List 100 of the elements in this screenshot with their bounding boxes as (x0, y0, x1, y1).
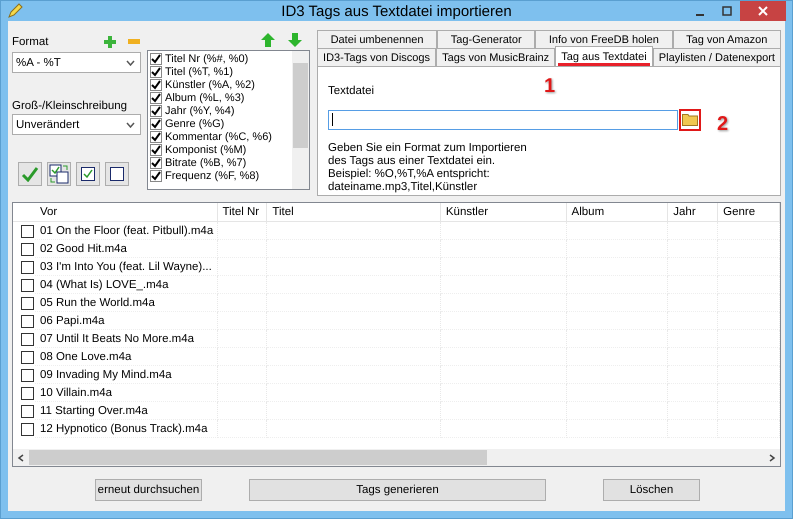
annotation-number: 1 (544, 75, 556, 98)
file-name: 07 Until It Beats No More.m4a (40, 332, 194, 344)
close-icon (758, 6, 768, 16)
tab[interactable]: Info von FreeDB holen (535, 30, 672, 48)
checkmark-button[interactable] (18, 162, 42, 186)
maximize-icon (722, 6, 732, 16)
browse-button[interactable] (679, 108, 701, 130)
close-button[interactable] (740, 1, 786, 21)
chevron-icon (126, 60, 135, 66)
empty-box-button[interactable] (105, 162, 129, 186)
checked-box-icon (81, 167, 95, 181)
column-header[interactable]: Album (566, 203, 668, 221)
file-name: 06 Papi.m4a (40, 314, 105, 326)
table-cell (718, 348, 780, 366)
field-option[interactable]: Titel (%T, %1) (165, 66, 234, 78)
tab[interactable]: Tag aus Textdatei (555, 46, 653, 67)
checkbox[interactable] (20, 350, 34, 364)
checkbox[interactable] (150, 118, 162, 130)
empty-box-icon (110, 167, 124, 181)
file-name: 11 Starting Over.m4a (40, 404, 148, 416)
column-header[interactable]: Vor (35, 203, 218, 221)
case-dropdown[interactable]: Unverändert (12, 114, 141, 135)
swap-checkboxes-icon (49, 164, 69, 184)
checkbox[interactable] (150, 170, 162, 182)
tab[interactable]: Tag von Amazon (672, 30, 782, 48)
checkbox[interactable] (20, 296, 34, 310)
checkbox[interactable] (150, 104, 162, 116)
table-cell (718, 402, 780, 420)
format-dropdown[interactable]: %A - %T (12, 52, 141, 73)
tab[interactable]: ID3-Tags von Discogs (317, 48, 436, 66)
description-text: Geben Sie ein Format zum Importieren des Tags aus einer Textdatei ein. Beispiel: %O,%T,%A entspricht: dateiname.mp3,Titel,Künstler (328, 142, 528, 194)
checkbox[interactable] (150, 130, 162, 142)
annotation-number: 2 (717, 113, 728, 136)
file-name: 02 Good Hit.m4a (40, 242, 127, 254)
checkbox[interactable] (20, 314, 34, 328)
swap-checkboxes-button[interactable] (47, 162, 71, 186)
checkbox[interactable] (150, 156, 162, 168)
file-name: 05 Run the World.m4a (40, 296, 155, 308)
field-option[interactable]: Künstler (%A, %2) (165, 78, 255, 90)
checkbox[interactable] (20, 386, 34, 400)
table-cell (718, 312, 780, 330)
field-option[interactable]: Frequenz (%F, %8) (165, 170, 260, 182)
checked-box-button[interactable] (76, 162, 100, 186)
field-option[interactable]: Komponist (%M) (165, 144, 246, 156)
checkbox[interactable] (20, 332, 34, 346)
field-option[interactable]: Titel Nr (%#, %0) (165, 52, 248, 64)
action-button[interactable]: Löschen (603, 479, 700, 501)
checkbox[interactable] (150, 92, 162, 104)
column-header[interactable]: Künstler (440, 203, 567, 221)
file-name: 01 On the Floor (feat. Pitbull).m4a (40, 224, 214, 236)
tab[interactable]: Tags von MusicBrainz (436, 48, 556, 66)
case-label: Groß-/Kleinschreibung (12, 100, 128, 112)
checkbox[interactable] (150, 144, 162, 156)
field-option[interactable]: Kommentar (%C, %6) (165, 130, 272, 142)
vertical-scrollbar[interactable] (292, 51, 309, 189)
checkbox[interactable] (150, 78, 162, 90)
checkmark-icon (21, 166, 39, 182)
checkbox[interactable] (20, 242, 34, 256)
field-option[interactable]: Genre (%G) (165, 118, 224, 130)
checkbox[interactable] (20, 260, 34, 274)
table-cell (718, 294, 780, 312)
format-label: Format (12, 36, 50, 48)
file-name: 03 I'm Into You (feat. Lil Wayne)... (40, 260, 212, 272)
tab[interactable]: Tag-Generator (437, 30, 536, 48)
tab[interactable]: Datei umbenennen (317, 30, 438, 48)
column-header[interactable]: Jahr (668, 203, 718, 221)
file-name: 10 Villain.m4a (40, 386, 112, 398)
file-name: 09 Invading My Mind.m4a (40, 368, 172, 380)
file-name: 08 One Love.m4a (40, 350, 132, 362)
table-cell (718, 276, 780, 294)
action-button[interactable]: Tags generieren (249, 479, 546, 501)
checkbox[interactable] (150, 66, 162, 78)
column-header[interactable]: Genre (718, 203, 780, 221)
tab[interactable]: Playlisten / Datenexport (652, 48, 782, 66)
field-option[interactable]: Jahr (%Y, %4) (165, 104, 234, 116)
checkbox[interactable] (20, 224, 34, 238)
checkbox[interactable] (20, 278, 34, 292)
checkbox[interactable] (20, 368, 34, 382)
column-header[interactable]: Titel Nr (218, 203, 268, 221)
horizontal-scrollbar[interactable] (13, 449, 780, 466)
table-cell (718, 420, 780, 438)
scroll-right-icon[interactable] (768, 454, 776, 462)
table-cell (718, 258, 780, 276)
field-option[interactable]: Bitrate (%B, %7) (165, 156, 246, 168)
scroll-left-icon[interactable] (17, 454, 25, 462)
window-title: ID3 Tags aus Textdatei importieren (280, 2, 513, 20)
checkbox[interactable] (20, 404, 34, 418)
table-cell (718, 330, 780, 348)
file-name: 04 (What Is) LOVE_.m4a (40, 278, 168, 290)
checkbox[interactable] (150, 52, 162, 64)
action-button[interactable]: erneut durchsuchen (95, 479, 202, 501)
chevron-icon (126, 122, 135, 128)
table-cell (718, 366, 780, 384)
column-header[interactable]: Titel (267, 203, 441, 221)
checkbox[interactable] (20, 422, 34, 436)
input-field[interactable] (328, 110, 678, 130)
file-name: 12 Hypnotico (Bonus Track).m4a (40, 422, 208, 434)
field-option[interactable]: Album (%L, %3) (165, 92, 244, 104)
minimize-icon (696, 14, 704, 16)
table-cell (718, 384, 780, 402)
